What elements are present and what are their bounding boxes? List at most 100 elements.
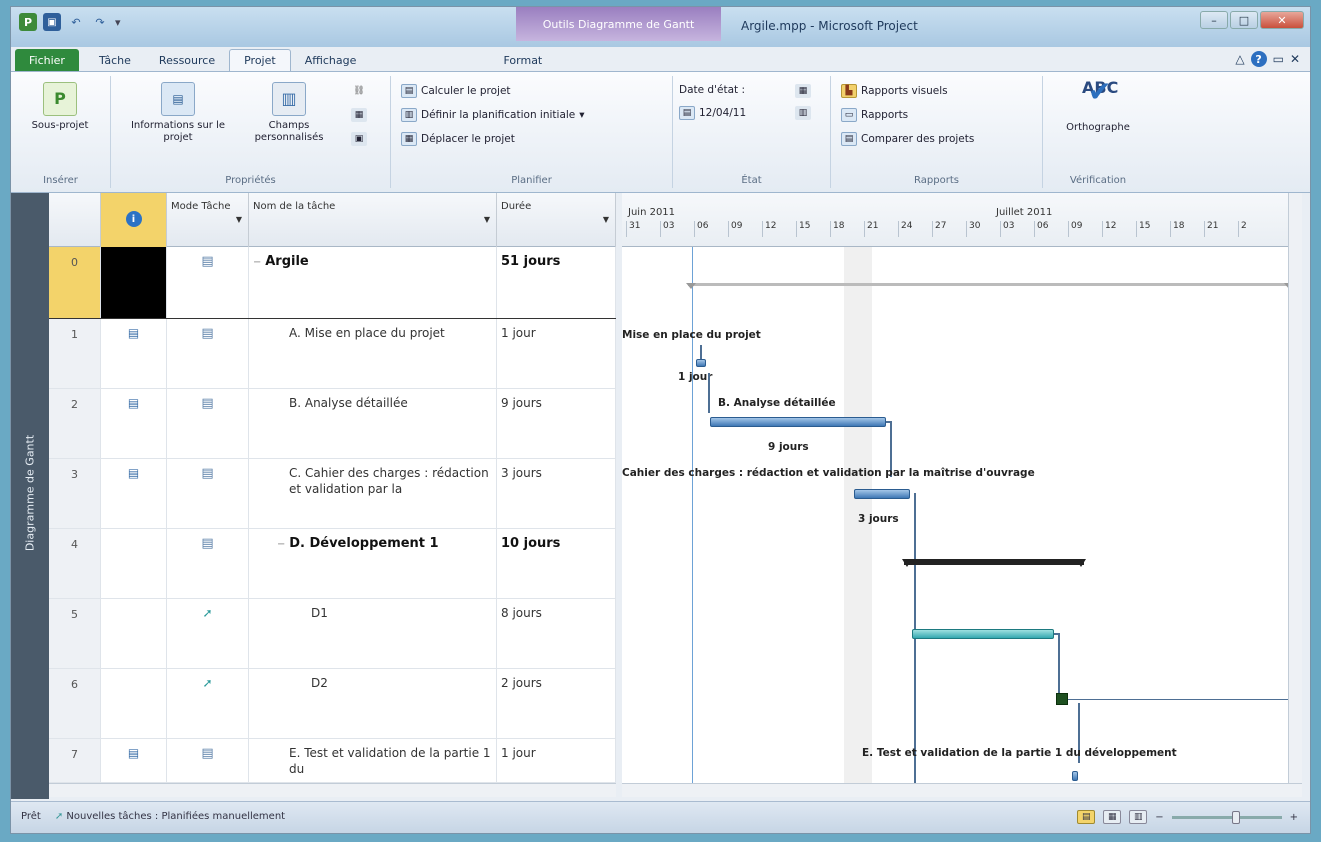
zoom-slider[interactable] (1171, 810, 1282, 824)
links-button[interactable]: ⛓ (351, 84, 367, 98)
new-tasks-mode[interactable]: ➚ Nouvelles tâches : Planifiées manuelle… (55, 811, 285, 822)
tab-format[interactable]: Format (420, 49, 625, 71)
table-row[interactable]: 1 ▤ ▤ A. Mise en place du projet 1 jour (49, 319, 616, 389)
table-row[interactable]: 5 ➚ D1 8 jours (49, 599, 616, 669)
sous-projet-button[interactable]: P Sous-projet (15, 82, 105, 132)
collapse-icon[interactable]: − (277, 539, 285, 550)
table-row[interactable]: 7 ▤ ▤ E. Test et validation de la partie… (49, 739, 616, 783)
save-icon[interactable]: ▣ (43, 13, 61, 31)
header-name[interactable]: Nom de la tâche ▼ (249, 193, 497, 247)
redo-icon[interactable]: ↷ (91, 13, 109, 31)
row-id[interactable]: 6 (49, 669, 101, 738)
task-usage-icon[interactable]: ▦ (1103, 810, 1122, 824)
table-row[interactable]: 4 ▤ − D. Développement 1 10 jours (49, 529, 616, 599)
row-duration-cell[interactable]: 1 jour (497, 319, 616, 388)
wbs-button[interactable]: ▦ (351, 108, 367, 122)
view-bar[interactable]: Diagramme de Gantt (11, 193, 49, 799)
zoom-out-icon[interactable]: − (1155, 812, 1163, 823)
undo-icon[interactable]: ↶ (67, 13, 85, 31)
orthographe-button[interactable]: ABC ✔ Orthographe (1053, 78, 1143, 134)
update-project-button[interactable]: ▦ (795, 84, 811, 98)
minimize-button[interactable]: – (1200, 11, 1228, 29)
row-id[interactable]: 3 (49, 459, 101, 528)
restore-icon[interactable]: ▭ (1273, 52, 1284, 66)
gantt-vertical-scrollbar[interactable] (1288, 193, 1302, 783)
row-id[interactable]: 1 (49, 319, 101, 388)
row-name-cell[interactable]: D1 (249, 599, 497, 668)
row-name-cell[interactable]: E. Test et validation de la partie 1 du (249, 739, 497, 782)
task-a-bar[interactable] (696, 359, 706, 367)
change-time-button[interactable]: ▣ (351, 132, 367, 146)
header-select-all[interactable] (49, 193, 101, 247)
maximize-button[interactable]: □ (1230, 11, 1258, 29)
champs-button[interactable]: ▥ Champs personnalisés (239, 82, 339, 144)
gantt-view-icon[interactable]: ▤ (1077, 810, 1096, 824)
comparer-button[interactable]: ▤ Comparer des projets (841, 132, 974, 146)
row-id[interactable]: 5 (49, 599, 101, 668)
header-duration-dropdown-icon[interactable]: ▼ (603, 215, 609, 224)
definir-dropdown-icon[interactable]: ▾ (579, 109, 584, 121)
row-duration-cell[interactable]: 2 jours (497, 669, 616, 738)
tab-affichage[interactable]: Affichage (291, 49, 371, 71)
row-name-cell[interactable]: D2 (249, 669, 497, 738)
row-id[interactable]: 2 (49, 389, 101, 458)
task-e-bar[interactable] (1072, 771, 1078, 781)
header-duration[interactable]: Durée ▼ (497, 193, 616, 247)
tab-projet[interactable]: Projet (229, 49, 291, 71)
task-d1-bar[interactable] (912, 629, 1054, 639)
row-name-cell[interactable]: C. Cahier des charges : rédaction et val… (249, 459, 497, 528)
team-planner-icon[interactable]: ▥ (1129, 810, 1148, 824)
deplacer-button[interactable]: ▦ Déplacer le projet (401, 132, 515, 146)
table-row[interactable]: 3 ▤ ▤ C. Cahier des charges : rédaction … (49, 459, 616, 529)
tab-fichier[interactable]: Fichier (15, 49, 79, 71)
help-icon[interactable]: ? (1250, 51, 1267, 67)
row-duration-cell[interactable]: 1 jour (497, 739, 616, 782)
row-id[interactable]: 0 (49, 247, 101, 318)
task-c-bar[interactable] (854, 489, 910, 499)
calculer-button[interactable]: ▤ Calculer le projet (401, 84, 511, 98)
project-summary-bar[interactable] (686, 283, 1294, 289)
task-d-summary-bar[interactable] (902, 559, 1086, 567)
row-duration-cell[interactable]: 8 jours (497, 599, 616, 668)
row-name-cell[interactable]: − D. Développement 1 (249, 529, 497, 598)
table-row[interactable]: 6 ➚ D2 2 jours (49, 669, 616, 739)
close-doc-icon[interactable]: ✕ (1290, 52, 1300, 66)
row-name-cell[interactable]: − Argile (249, 247, 497, 318)
header-mode-dropdown-icon[interactable]: ▼ (236, 215, 242, 224)
date-etat-label-wrap: Date d'état : (679, 84, 745, 96)
header-mode[interactable]: Mode Tâche ▼ (167, 193, 249, 247)
zoom-thumb[interactable] (1231, 810, 1240, 824)
sync-button[interactable]: ▥ (795, 106, 811, 120)
task-d2-bar[interactable] (1056, 693, 1068, 705)
row-name-cell[interactable]: B. Analyse détaillée (249, 389, 497, 458)
definir-button[interactable]: ▥ Définir la planification initiale ▾ (401, 108, 585, 122)
qat-customize-icon[interactable]: ▾ (115, 16, 121, 29)
task-a-label: Mise en place du projet (622, 329, 761, 341)
grid-horizontal-scrollbar[interactable] (49, 783, 616, 797)
gantt-horizontal-scrollbar[interactable] (622, 783, 1302, 797)
row-duration-cell[interactable]: 51 jours (497, 247, 616, 318)
task-b-bar[interactable] (710, 417, 886, 427)
row-name-cell[interactable]: A. Mise en place du projet (249, 319, 497, 388)
note-icon: ▤ (101, 459, 167, 528)
ribbon-collapse-icon[interactable]: △ (1235, 52, 1244, 66)
row-duration-cell[interactable]: 10 jours (497, 529, 616, 598)
row-id[interactable]: 4 (49, 529, 101, 598)
rapports-visuels-button[interactable]: ▙ Rapports visuels (841, 84, 948, 98)
tab-ressource[interactable]: Ressource (145, 49, 229, 71)
row-duration-cell[interactable]: 9 jours (497, 389, 616, 458)
header-indicators[interactable]: i (101, 193, 167, 247)
close-button[interactable]: ✕ (1260, 11, 1304, 29)
row-id[interactable]: 7 (49, 739, 101, 782)
tab-tache[interactable]: Tâche (85, 49, 145, 71)
table-row[interactable]: 0 ▤ − Argile 51 jours (49, 247, 616, 319)
date-etat-field[interactable]: ▤ 12/04/11 (679, 106, 746, 120)
zoom-in-icon[interactable]: + (1290, 812, 1298, 823)
header-duration-label: Durée (501, 201, 532, 212)
rapports-button[interactable]: ▭ Rapports (841, 108, 908, 122)
row-duration-cell[interactable]: 3 jours (497, 459, 616, 528)
header-name-dropdown-icon[interactable]: ▼ (484, 215, 490, 224)
info-projet-button[interactable]: ▤ Informations sur le projet (123, 82, 233, 144)
table-row[interactable]: 2 ▤ ▤ B. Analyse détaillée 9 jours (49, 389, 616, 459)
project-app-icon[interactable]: P (19, 13, 37, 31)
